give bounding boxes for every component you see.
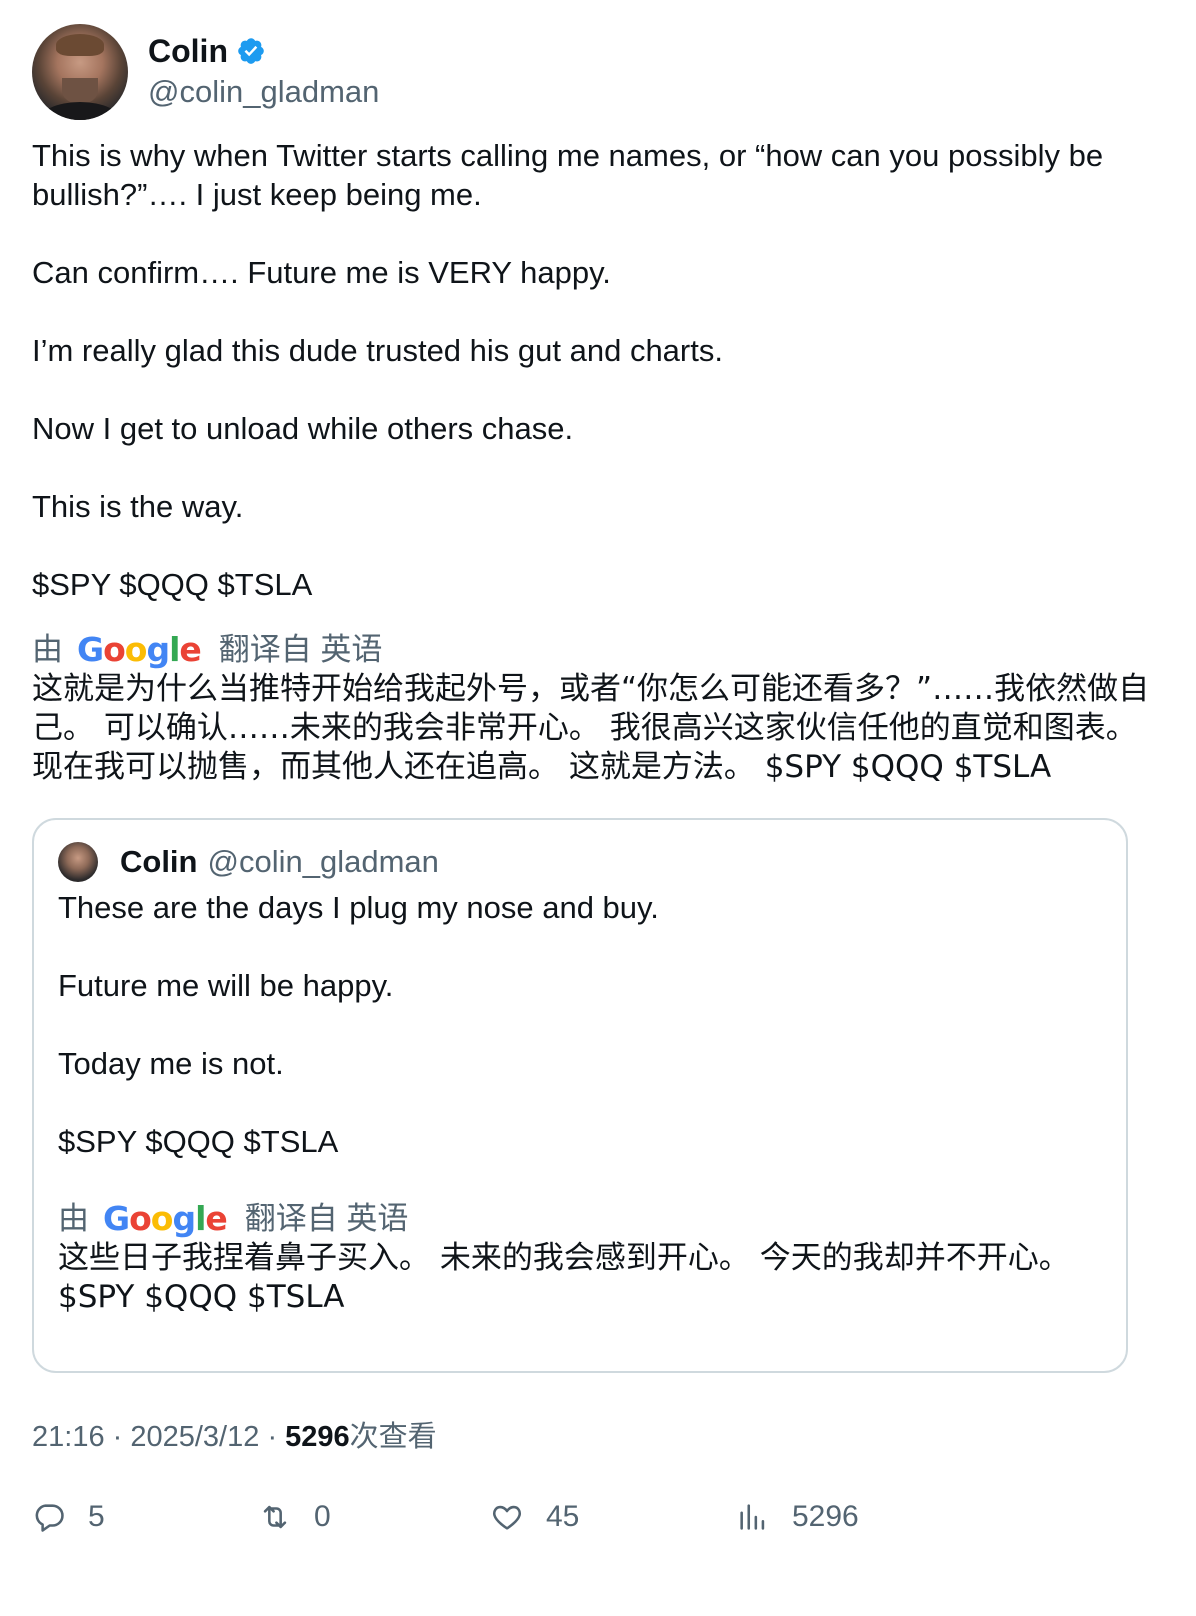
analytics-icon xyxy=(740,1504,765,1530)
quoted-translated-text: 这些日子我捏着鼻子买入。 未来的我会感到开心。 今天的我却并不开心。 $SPY … xyxy=(58,1240,1070,1315)
tweet-time[interactable]: 21:16 xyxy=(32,1421,105,1453)
reply-button[interactable]: 5 xyxy=(32,1500,105,1534)
quoted-tweet-body: These are the days I plug my nose and bu… xyxy=(58,888,1102,1317)
quoted-avatar xyxy=(58,842,98,882)
quoted-author-name: Colin xyxy=(120,844,198,879)
quoted-paragraph: Today me is not. xyxy=(58,1046,284,1081)
author-names: Colin @colin_gladman xyxy=(148,32,379,112)
translation-prefix: 由 xyxy=(58,1201,89,1236)
quoted-paragraph: These are the days I plug my nose and bu… xyxy=(58,890,659,925)
tweet-paragraph: This is why when Twitter starts calling … xyxy=(32,138,1104,212)
tweet-paragraph: Can confirm…. Future me is VERY happy. xyxy=(32,255,611,290)
analytics-button[interactable]: 5296 xyxy=(736,1500,859,1534)
verified-badge-icon xyxy=(238,38,264,64)
author-handle[interactable]: @colin_gladman xyxy=(148,72,379,112)
translation-prefix: 由 xyxy=(32,632,63,667)
quoted-tweet-header: Colin @colin_gladman xyxy=(58,842,1102,882)
quoted-paragraph: $SPY $QQQ $TSLA xyxy=(58,1124,339,1159)
view-count: 5296 xyxy=(285,1421,350,1453)
translation-attribution: 由 Google 翻译自 英语 xyxy=(32,630,1172,670)
reply-count: 5 xyxy=(88,1500,105,1533)
author-name[interactable]: Colin xyxy=(148,32,228,70)
view-count-label: 次查看 xyxy=(349,1421,437,1453)
tweet-paragraph: $SPY $QQQ $TSLA xyxy=(32,567,313,602)
avatar[interactable] xyxy=(32,24,128,120)
tweet-header: Colin @colin_gladman xyxy=(32,24,379,120)
tweet-paragraph: This is the way. xyxy=(32,489,244,524)
tweet-paragraph: I’m really glad this dude trusted his gu… xyxy=(32,333,723,368)
tweet-paragraph: Now I get to unload while others chase. xyxy=(32,411,574,446)
translated-text: 这就是为什么当推特开始给我起外号，或者“你怎么可能还看多？”……我依然做自己。 … xyxy=(32,671,1150,785)
reply-icon xyxy=(35,1504,64,1532)
google-logo: Google xyxy=(103,1199,228,1238)
quoted-author-handle: @colin_gladman xyxy=(207,844,439,879)
quoted-tweet[interactable]: Colin @colin_gladman These are the days … xyxy=(32,818,1128,1373)
repost-button[interactable]: 0 xyxy=(258,1500,331,1534)
translation-source[interactable]: 翻译自 英语 xyxy=(219,630,383,670)
action-bar: 5 0 45 5296 xyxy=(32,1500,1172,1548)
tweet-body: This is why when Twitter starts calling … xyxy=(32,136,1172,787)
tweet: Colin @colin_gladman This is why when Tw… xyxy=(0,0,1196,1616)
like-button[interactable]: 45 xyxy=(490,1500,579,1534)
like-icon xyxy=(493,1505,521,1530)
quoted-paragraph: Future me will be happy. xyxy=(58,968,394,1003)
tweet-meta: 21:16 · 2025/3/12 · 5296次查看 xyxy=(32,1421,437,1453)
translation-source[interactable]: 翻译自 英语 xyxy=(245,1199,409,1239)
quoted-translation-attribution: 由 Google 翻译自 英语 xyxy=(58,1199,1102,1239)
repost-icon xyxy=(263,1505,287,1529)
google-logo: Google xyxy=(77,630,202,669)
tweet-date[interactable]: 2025/3/12 xyxy=(130,1421,259,1453)
analytics-count: 5296 xyxy=(792,1500,859,1533)
repost-count: 0 xyxy=(314,1500,331,1533)
like-count: 45 xyxy=(546,1500,580,1533)
